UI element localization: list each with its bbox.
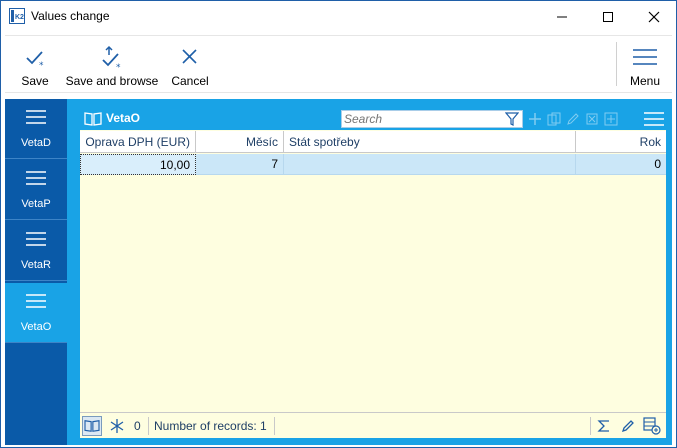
filter-icon[interactable] [505,112,519,126]
search-input[interactable] [342,111,502,127]
sidebar-item-vetap[interactable]: VetaP [5,160,67,220]
sidebar-item-label: VetaD [21,137,51,149]
insert-icon[interactable] [604,112,618,126]
record-count: Number of records: 1 [154,419,267,433]
grid-header: Oprava DPH (EUR) Měsíc Stát spotřeby Rok [80,131,666,153]
grid-settings-button[interactable] [642,416,662,436]
cell-mesic[interactable]: 7 [196,154,284,175]
sidebar-item-vetad[interactable]: VetaD [5,99,67,159]
cell-stat-spotreby[interactable] [284,154,576,175]
sidebar-item-label: VetaO [20,321,52,333]
save-browse-icon: * [102,45,121,71]
toolbar: * Save * Save and browse Cancel Menu [5,35,672,93]
save-check-icon: * [26,51,44,71]
filter-count: 0 [134,419,141,433]
add-record-icon[interactable] [528,112,542,126]
sidebar-item-label: VetaP [21,198,51,210]
vetao-panel: VetaO Oprava DPH (EUR) Měsíc [79,107,667,439]
filter-button[interactable] [107,416,127,436]
edit-icon[interactable] [566,112,580,126]
maximize-icon [603,11,613,22]
status-separator [274,417,275,435]
cancel-button[interactable]: Cancel [169,36,211,92]
status-bar: 0 Number of records: 1 [80,412,666,438]
column-header-mesic[interactable]: Měsíc [196,131,284,153]
status-separator [590,417,591,435]
table-row[interactable]: 10,00 7 0 [80,154,666,175]
svg-text:K2: K2 [15,14,24,21]
sigma-icon [597,420,609,432]
status-separator [148,417,149,435]
column-header-oprava-dph[interactable]: Oprava DPH (EUR) [80,131,196,153]
panel-title: VetaO [106,111,141,125]
sidebar-item-label: VetaR [21,259,51,271]
sidebar-item-vetar[interactable]: VetaR [5,221,67,281]
table-settings-icon [643,417,661,435]
save-and-browse-label: Save and browse [65,74,159,88]
column-header-stat-spotreby[interactable]: Stát spotřeby [284,131,576,153]
save-and-browse-button[interactable]: * Save and browse [65,36,159,92]
list-icon [26,232,46,246]
minimize-icon [557,16,567,17]
window-frame: K2 Values change * Save * Save and brows… [0,0,677,448]
menu-label: Menu [629,74,661,88]
cell-oprava-dph[interactable]: 10,00 [80,154,196,175]
cancel-x-icon [182,49,197,64]
panel-header: VetaO [80,108,666,130]
sidebar-item-vetao[interactable]: VetaO [5,283,67,343]
column-header-rok[interactable]: Rok [576,131,666,153]
list-icon [26,171,46,185]
copy-icon[interactable] [547,112,561,126]
book-icon [84,420,100,432]
sidebar: VetaD VetaP VetaR VetaO [5,99,67,445]
close-button[interactable] [631,1,677,32]
search-field[interactable] [341,110,523,128]
close-icon [648,11,660,22]
panel-menu-icon[interactable] [644,111,664,127]
toolbar-separator [616,42,617,86]
menu-button[interactable]: Menu [625,36,665,92]
maximize-button[interactable] [585,1,631,32]
list-icon [26,294,46,308]
hamburger-menu-icon [633,49,657,65]
cancel-label: Cancel [171,74,209,88]
delete-icon[interactable] [585,112,599,126]
pencil-icon [621,420,634,433]
edit-button[interactable] [618,416,638,436]
window-title: Values change [31,9,110,23]
svg-text:*: * [39,61,44,71]
save-button[interactable]: * Save [17,36,53,92]
title-bar: K2 Values change [1,1,676,32]
book-icon [84,112,102,126]
list-icon [26,110,46,124]
k2-app-icon: K2 [9,8,25,24]
book-toggle-button[interactable] [82,416,102,436]
save-label: Save [21,74,49,88]
sum-button[interactable] [594,416,614,436]
cell-rok[interactable]: 0 [576,154,666,175]
minimize-button[interactable] [539,1,585,32]
svg-text:*: * [116,63,121,71]
snowflake-filter-icon [110,419,124,433]
